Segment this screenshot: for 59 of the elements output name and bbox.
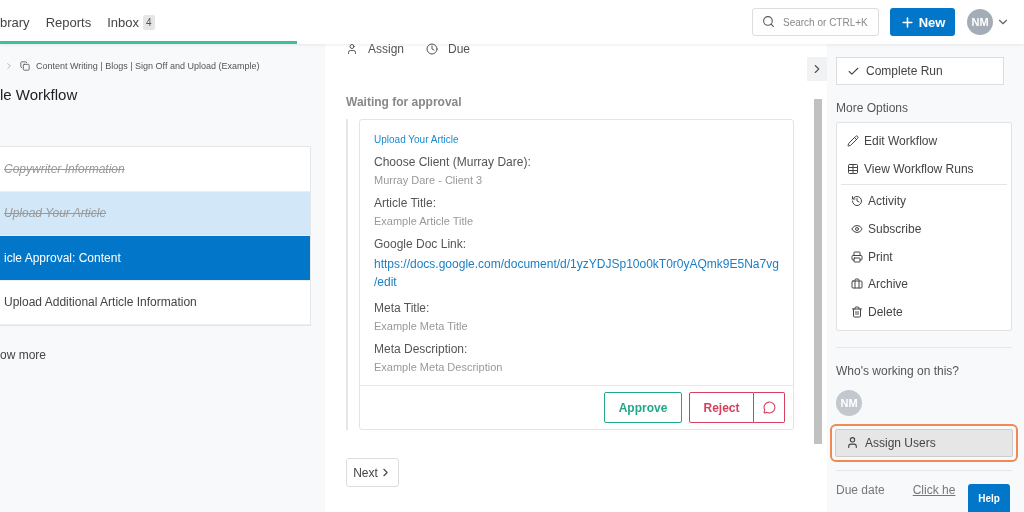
user-avatar: NM xyxy=(836,389,862,416)
count-badge: 4 xyxy=(142,14,155,30)
menu-item[interactable]: Delete xyxy=(841,298,1007,326)
chevron-right-icon xyxy=(4,61,14,71)
assign-action[interactable]: Assign xyxy=(346,42,405,56)
next-button[interactable]: Next xyxy=(346,458,399,487)
clock-icon xyxy=(426,43,439,55)
person-icon xyxy=(346,43,358,55)
complete-run-button[interactable]: Complete Run xyxy=(836,57,1004,85)
field-label: Google Doc Link: xyxy=(374,237,468,251)
breadcrumb[interactable]: Content Writing | Blogs | Sign Off and Upload (Example) xyxy=(36,61,260,71)
field-label: Meta Description: xyxy=(374,342,469,356)
menu-item[interactable]: Activity xyxy=(841,187,1007,216)
menu-item[interactable]: Archive xyxy=(841,270,1007,299)
section-heading: Who's working on this? xyxy=(836,363,960,378)
search-field[interactable]: Search or CTRL+K xyxy=(752,8,879,36)
help-button[interactable]: Help xyxy=(968,484,1010,512)
show-more-link[interactable]: ow more xyxy=(0,348,325,362)
search-icon xyxy=(762,15,775,28)
status-heading: Waiting for approval xyxy=(346,95,463,109)
doc-link[interactable]: https://docs.google.com/document/d/1yzYDJSp10o0kT0r0yAQmk9E5Na7vg/edit xyxy=(374,255,779,291)
briefcase-icon xyxy=(851,278,863,291)
nav-tab[interactable]: brary xyxy=(0,14,30,30)
nav-tab[interactable]: Inbox 4 xyxy=(107,14,155,30)
comment-button[interactable] xyxy=(754,392,785,423)
menu-item[interactable]: View Workflow Runs xyxy=(837,154,1011,183)
due-date-link[interactable]: Click he xyxy=(912,482,956,497)
step-link[interactable]: Upload Your Article xyxy=(374,134,779,145)
printer-icon xyxy=(851,250,863,263)
menu-item[interactable]: Subscribe xyxy=(841,215,1007,243)
field-label: Meta Title: xyxy=(374,301,431,315)
nav-tab[interactable]: Reports xyxy=(45,14,92,30)
comment-icon xyxy=(762,401,776,414)
assign-users-button[interactable]: Assign Users xyxy=(835,428,1013,457)
pencil-icon xyxy=(847,134,859,147)
due-action[interactable]: Due xyxy=(426,42,471,56)
workflow-title: le Workflow xyxy=(0,86,79,105)
copy-icon xyxy=(20,61,30,71)
menu-item[interactable]: Print xyxy=(841,242,1007,271)
eye-icon xyxy=(851,222,863,235)
table-icon xyxy=(847,162,859,175)
field-label: Choose Client (Murray Dare): xyxy=(374,155,532,169)
trash-icon xyxy=(851,305,863,318)
field-value: Murray Dare - Client 3 xyxy=(374,174,484,186)
collapse-button[interactable] xyxy=(807,57,827,81)
field-value: Example Article Title xyxy=(374,215,475,227)
plus-icon xyxy=(899,14,915,30)
history-icon xyxy=(851,195,863,208)
due-date-label: Due date xyxy=(836,482,885,497)
step-item[interactable]: icle Approval: Content xyxy=(0,236,310,281)
field-label: Article Title: xyxy=(374,196,437,210)
new-button[interactable]: New xyxy=(890,8,955,36)
field-value: Example Meta Description xyxy=(374,361,504,373)
section-heading: More Options xyxy=(836,101,910,115)
scrollbar-thumb[interactable] xyxy=(814,99,822,444)
menu-item[interactable]: Edit Workflow xyxy=(837,127,1011,155)
field-value: Example Meta Title xyxy=(374,320,469,332)
person-icon xyxy=(846,436,859,450)
reject-button[interactable]: Reject xyxy=(689,392,754,423)
